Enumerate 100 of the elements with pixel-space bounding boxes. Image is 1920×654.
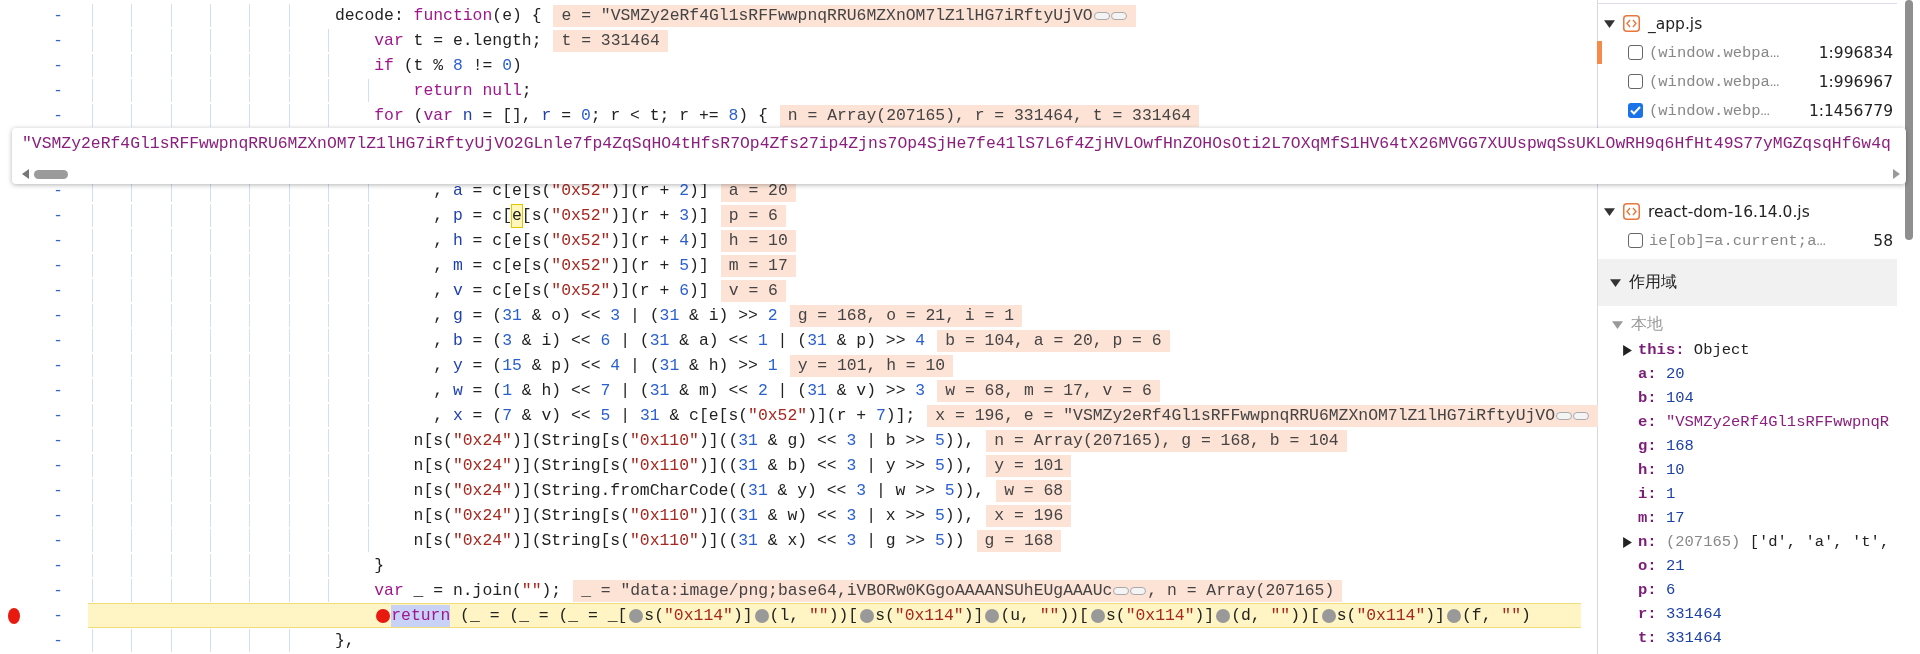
code-file-icon	[1623, 15, 1640, 32]
line-number: -	[52, 106, 64, 125]
file-name: react-dom-16.14.0.js	[1648, 202, 1810, 221]
line-number: -	[52, 506, 64, 525]
inline-value: _ = "data:image/png;base64,iVBORw0KGgoAAAANSUhEUgAAAUc , n = Array(207165)	[573, 579, 1343, 602]
inline-value: m = 17	[720, 254, 796, 277]
code-line: },	[333, 629, 355, 652]
checkbox[interactable]	[1628, 103, 1643, 118]
line-number: -	[52, 481, 64, 500]
caret-down-icon[interactable]	[1604, 206, 1615, 217]
line-number: -	[52, 531, 64, 550]
scope-variable[interactable]: b: 104	[1638, 389, 1694, 407]
scope-variable[interactable]: n: (207165) ['d', 'a', 't',	[1638, 533, 1890, 551]
breakpoint-code: (window.webpa…	[1649, 43, 1780, 62]
line-number: -	[52, 181, 64, 200]
line-number: -	[52, 256, 64, 275]
code-file-icon	[1623, 203, 1640, 220]
code-line: decode: function(e) {	[333, 4, 542, 27]
scope-title: 作用域	[1629, 272, 1677, 293]
inline-value: w = 68	[996, 479, 1072, 502]
scope-variable[interactable]: r: 331464	[1638, 605, 1722, 623]
caret-down-icon[interactable]	[1604, 18, 1615, 29]
code-line: , b = (3 & i) << 6 | (31 & a) << 1 | (31 & p) >> 4	[432, 329, 926, 352]
inline-breakpoint-icon[interactable]	[376, 608, 391, 623]
code-line: , v = c[e[s("0x52")](r + 6)]	[432, 279, 709, 302]
inline-value: t = 331464	[553, 29, 668, 52]
breakpoint-item[interactable]: (window.webpa… 1:996834	[1598, 38, 1897, 67]
breakpoint-code: ie[ob]=a.current;a…	[1649, 231, 1826, 250]
scroll-right-icon[interactable]	[1892, 169, 1900, 179]
inline-value: x = 196	[986, 504, 1072, 527]
code-line: , w = (1 & h) << 7 | (31 & m) << 2 | (31 & v) >> 3	[432, 379, 926, 402]
line-number: -	[52, 456, 64, 475]
code-line: , g = (31 & o) << 3 | (31 & i) >> 2	[432, 304, 778, 327]
checkbox[interactable]	[1628, 45, 1643, 60]
inline-breakpoint-icon[interactable]	[629, 608, 644, 623]
scope-variable[interactable]: h: 10	[1638, 461, 1685, 479]
breakpoint-code: (window.webpa…	[1649, 72, 1780, 91]
caret-right-icon[interactable]	[1622, 344, 1633, 356]
line-number: -	[52, 231, 64, 250]
scope-variable[interactable]: a: 20	[1638, 365, 1685, 383]
line-number: -	[52, 631, 64, 650]
breakpoint-location: 58	[1873, 231, 1893, 250]
caret-right-icon[interactable]	[1622, 536, 1633, 548]
line-number: -	[52, 356, 64, 375]
popup-value-text: "VSMZy2eRf4Gl1sRFFwwpnqRRU6MZXnOM7lZ1lHG7iRftyUjVO2GLnle7fp4ZqSqHO4tHfsR7Op4Zfs27ip4Zjns7Op4SjHe7fe41lS7L6f4ZjHVLOwfHnZOHOsOti2L7OXqMfS1HV64tX26MVGG7XUUspwqSsUKLOwRH9q6HfHt49S77yMGZqsqHf6w4q	[22, 134, 1892, 153]
inline-breakpoint-icon[interactable]	[754, 608, 769, 623]
code-line: n[s("0x24")](String[s("0x110")]((31 & w) << 3 | x >> 5)),	[412, 504, 975, 527]
collapsed-text-icon[interactable]	[1556, 410, 1590, 421]
scope-variable[interactable]: e: "VSMZy2eRf4Gl1sRFFwwpnqR	[1638, 413, 1890, 431]
breakpoint-file[interactable]: _app.js	[1598, 9, 1897, 38]
code-line: , x = (7 & v) << 5 | 31 & c[e[s("0x52")](r + 7)];	[432, 404, 916, 427]
collapsed-text-icon[interactable]	[1093, 10, 1128, 21]
line-number: -	[52, 206, 64, 225]
checkbox[interactable]	[1628, 233, 1643, 248]
scroll-left-icon[interactable]	[22, 169, 30, 179]
line-number: -	[52, 306, 64, 325]
scope-variable[interactable]: m: 17	[1638, 509, 1685, 527]
scope-variable[interactable]: i: 1	[1638, 485, 1676, 503]
scope-variable[interactable]: this: Object	[1638, 341, 1750, 359]
breakpoint-item[interactable]: ie[ob]=a.current;a… 58	[1598, 226, 1897, 255]
code-line: var _ = n.join("");	[373, 579, 562, 602]
inline-value: n = Array(207165), r = 331464, t = 331464	[779, 104, 1200, 127]
scrollbar[interactable]	[1905, 0, 1913, 240]
scope-header[interactable]: 作用域	[1598, 259, 1897, 306]
code-line: n[s("0x24")](String.fromCharCode((31 & y) << 3 | w >> 5)),	[412, 479, 985, 502]
inline-value: p = 6	[720, 204, 786, 227]
breakpoint-item[interactable]: (window.webp… 1:1456779	[1598, 96, 1897, 125]
line-number: -	[52, 431, 64, 450]
inline-breakpoint-icon[interactable]	[985, 608, 1000, 623]
line-number: -	[52, 6, 64, 25]
breakpoint-dot[interactable]	[8, 607, 20, 624]
code-line: , h = c[e[s("0x52")](r + 4)]	[432, 229, 709, 252]
code-line: var t = e.length;	[373, 29, 542, 52]
caret-down-icon[interactable]	[1610, 277, 1621, 288]
breakpoint-code: (window.webp…	[1649, 101, 1770, 120]
scope-variable[interactable]: p: 6	[1638, 581, 1676, 599]
checkbox[interactable]	[1628, 74, 1643, 89]
code-line: if (t % 8 != 0)	[373, 54, 522, 77]
line-number: -	[52, 606, 64, 625]
breakpoint-item[interactable]: (window.webpa… 1:996967	[1598, 67, 1897, 96]
inline-value: g = 168, o = 21, i = 1	[789, 304, 1023, 327]
checkmark-icon	[1630, 106, 1641, 115]
inline-breakpoint-icon[interactable]	[860, 608, 875, 623]
inline-breakpoint-icon[interactable]	[1321, 608, 1336, 623]
line-number: -	[52, 281, 64, 300]
breakpoint-location: 1:996967	[1818, 72, 1893, 91]
code-line: n[s("0x24")](String[s("0x110")]((31 & b) << 3 | y >> 5)),	[412, 454, 975, 477]
inline-breakpoint-icon[interactable]	[1446, 608, 1461, 623]
collapsed-text-icon[interactable]	[1113, 585, 1148, 596]
scrollbar-thumb[interactable]	[34, 169, 68, 179]
line-number: -	[52, 381, 64, 400]
inline-value: y = 101	[986, 454, 1072, 477]
breakpoint-file[interactable]: react-dom-16.14.0.js	[1598, 197, 1897, 226]
scope-variable[interactable]: g: 168	[1638, 437, 1694, 455]
scope-variable[interactable]: t: 331464	[1638, 629, 1722, 647]
line-number: -	[52, 56, 64, 75]
inline-breakpoint-icon[interactable]	[1216, 608, 1231, 623]
inline-breakpoint-icon[interactable]	[1090, 608, 1105, 623]
code-line: return null;	[412, 79, 532, 102]
scope-variable[interactable]: o: 21	[1638, 557, 1685, 575]
